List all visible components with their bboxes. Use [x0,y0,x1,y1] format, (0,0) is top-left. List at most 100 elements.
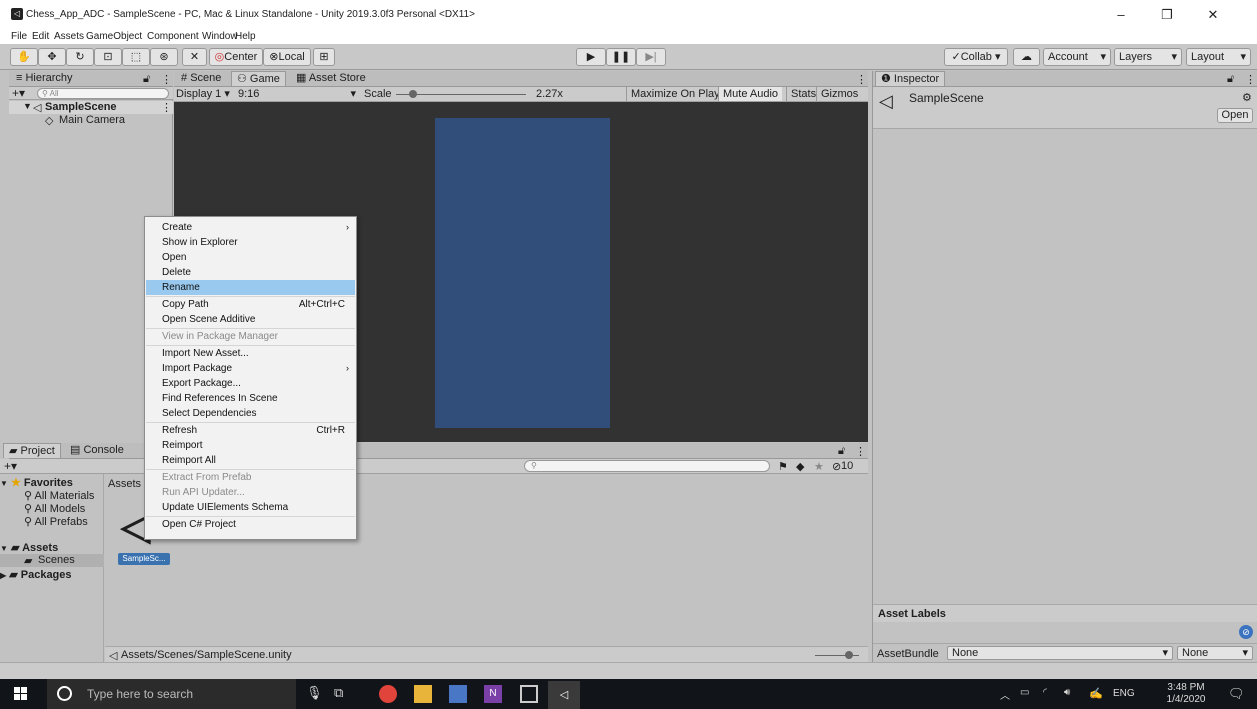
packages-node[interactable]: ▶ ▰ Packages [0,568,72,581]
favorites-node[interactable]: ▼ ★ Favorites [0,476,73,489]
move-tool-icon[interactable]: ✥ [38,48,66,66]
layers-dropdown[interactable]: Layers ▾ [1114,48,1182,66]
favorite-item[interactable]: ⚲ All Prefabs [24,515,88,528]
favorite-item[interactable]: ⚲ All Materials [24,489,104,502]
asset-label-tag-icon[interactable]: ⊘ [1239,625,1253,639]
taskbar-search-box[interactable]: Type here to search [47,679,296,709]
context-menu-item[interactable]: Open C# Project [146,517,355,532]
icon-size-slider[interactable] [815,651,859,659]
menu-component[interactable]: Component [147,31,199,42]
filter-type-icon[interactable]: ⚑ [778,460,788,473]
minimize-button[interactable]: – [1098,4,1144,26]
context-menu-item[interactable]: Open Scene Additive [146,312,355,327]
file-explorer-icon[interactable] [414,685,432,703]
microphone-icon[interactable]: 🎙︎ [306,685,324,703]
context-menu-item[interactable]: Open [146,250,355,265]
taskbar-clock[interactable]: 3:48 PM 1/4/2020 [1158,682,1214,706]
battery-icon[interactable]: ▭ [1020,687,1029,698]
add-icon[interactable]: +▾ [12,86,25,100]
context-menu-item[interactable]: Rename [146,280,355,295]
tab-inspector[interactable]: ❶ Inspector [875,71,946,86]
context-menu-item[interactable]: Import New Asset... [146,346,355,361]
maximize-button[interactable]: ❐ [1144,4,1190,26]
menu-file[interactable]: File [11,31,27,42]
filter-label-icon[interactable]: ◆ [796,460,804,473]
menu-window[interactable]: Window [202,31,238,42]
icon-size-slider-thumb[interactable] [845,651,853,659]
more-icon[interactable]: ⋮ [855,445,866,458]
menu-help[interactable]: Help [235,31,256,42]
menu-gameobject[interactable]: GameObject [86,31,142,42]
transform-tool-icon[interactable]: ⊛ [150,48,178,66]
more-icon[interactable]: ⋮ [856,73,867,86]
unity-taskbar-icon[interactable]: ◁ [548,681,580,709]
context-menu-item[interactable]: Export Package... [146,376,355,391]
custom-tool-icon[interactable]: ✕ [182,48,207,66]
context-menu-item[interactable]: Select Dependencies [146,406,355,421]
context-menu-item[interactable]: Show in Explorer [146,235,355,250]
lock-icon[interactable]: 🔓︎ [838,445,845,458]
assets-node[interactable]: ▼ ▰ Assets [0,541,58,554]
context-menu-item[interactable]: Update UIElements Schema [146,500,355,515]
tab-project[interactable]: ▰ Project [3,443,61,458]
task-view-icon[interactable]: ⧉ [334,685,352,703]
context-menu-item[interactable]: Find References In Scene [146,391,355,406]
account-dropdown[interactable]: Account ▾ [1043,48,1111,66]
tab-console[interactable]: ▤ Console [65,443,129,458]
chrome-icon[interactable] [379,685,397,703]
scale-slider-thumb[interactable] [409,90,417,98]
context-menu-item[interactable]: Copy Path Alt+Ctrl+C [146,297,355,312]
hierarchy-search-input[interactable]: ⚲ All [37,88,169,99]
folder-item-scenes[interactable]: ▰ Scenes [0,554,104,567]
lock-icon[interactable]: 🔓︎ [1227,73,1234,86]
layout-dropdown[interactable]: Layout ▾ [1186,48,1251,66]
onenote-icon[interactable]: N [484,685,502,703]
project-breadcrumb[interactable]: Assets [108,478,141,490]
favorite-item[interactable]: ⚲ All Models [24,502,85,515]
snap-icon[interactable]: ⊞ [313,48,335,66]
language-indicator[interactable]: ENG [1113,688,1135,699]
context-menu-item[interactable]: Reimport [146,438,355,453]
windows-start-icon[interactable] [14,687,28,701]
context-menu-item[interactable]: Create › [146,220,355,235]
rotate-tool-icon[interactable]: ↻ [66,48,94,66]
aspect-dropdown[interactable]: 9:16 ▾ [238,87,356,101]
scale-slider[interactable] [396,90,526,98]
asset-bundle-variant-dropdown[interactable]: None ▾ [1177,646,1253,660]
project-search-input[interactable]: ⚲ [524,460,770,472]
context-menu-item[interactable]: Reimport All [146,453,355,468]
hierarchy-item[interactable]: ◇ Main Camera [9,114,173,127]
context-menu-item[interactable]: Delete [146,265,355,280]
more-icon[interactable]: ⋮ [161,73,172,86]
close-button[interactable]: ✕ [1190,4,1236,26]
pivot-local-button[interactable]: ⊗Local [263,48,311,66]
settings-gear-icon[interactable]: ⚙ [1242,91,1252,104]
hidden-packages-icon[interactable]: ⊘ [832,460,841,473]
tab-hierarchy[interactable]: ≡ Hierarchy [11,71,78,86]
lock-icon[interactable]: 🔓︎ [143,73,150,86]
asset-bundle-dropdown[interactable]: None ▾ [947,646,1173,660]
scale-tool-icon[interactable]: ⊡ [94,48,122,66]
terminal-icon[interactable] [520,685,538,703]
context-menu-item[interactable]: Import Package › [146,361,355,376]
pivot-center-button[interactable]: ◎Center [209,48,263,66]
selected-asset-label[interactable]: SampleSc... [118,553,170,565]
pen-icon[interactable]: ✍ [1089,687,1103,700]
scene-more-icon[interactable]: ⋮ [161,101,172,114]
tab-game[interactable]: ⚇ Game [231,71,286,86]
stats-button[interactable]: Stats [786,87,820,101]
expand-arrow-icon[interactable]: ▼ [23,101,32,111]
favorite-star-icon[interactable]: ★ [814,460,824,473]
collab-button[interactable]: ✓Collab ▾ [944,48,1008,66]
menu-assets[interactable]: Assets [54,31,84,42]
scene-row[interactable]: ▼ ◁ SampleScene ⋮ [9,101,173,114]
cloud-icon[interactable]: ☁ [1013,48,1040,66]
step-button[interactable]: ▶| [636,48,666,66]
play-button[interactable]: ▶ [576,48,606,66]
context-menu-item[interactable]: Refresh Ctrl+R [146,423,355,438]
tab-scene[interactable]: # Scene [176,71,226,86]
pause-button[interactable]: ❚❚ [606,48,636,66]
menu-edit[interactable]: Edit [32,31,49,42]
wifi-icon[interactable]: ◜ [1043,687,1047,698]
volume-icon[interactable]: 🔊︎ [1064,687,1070,698]
